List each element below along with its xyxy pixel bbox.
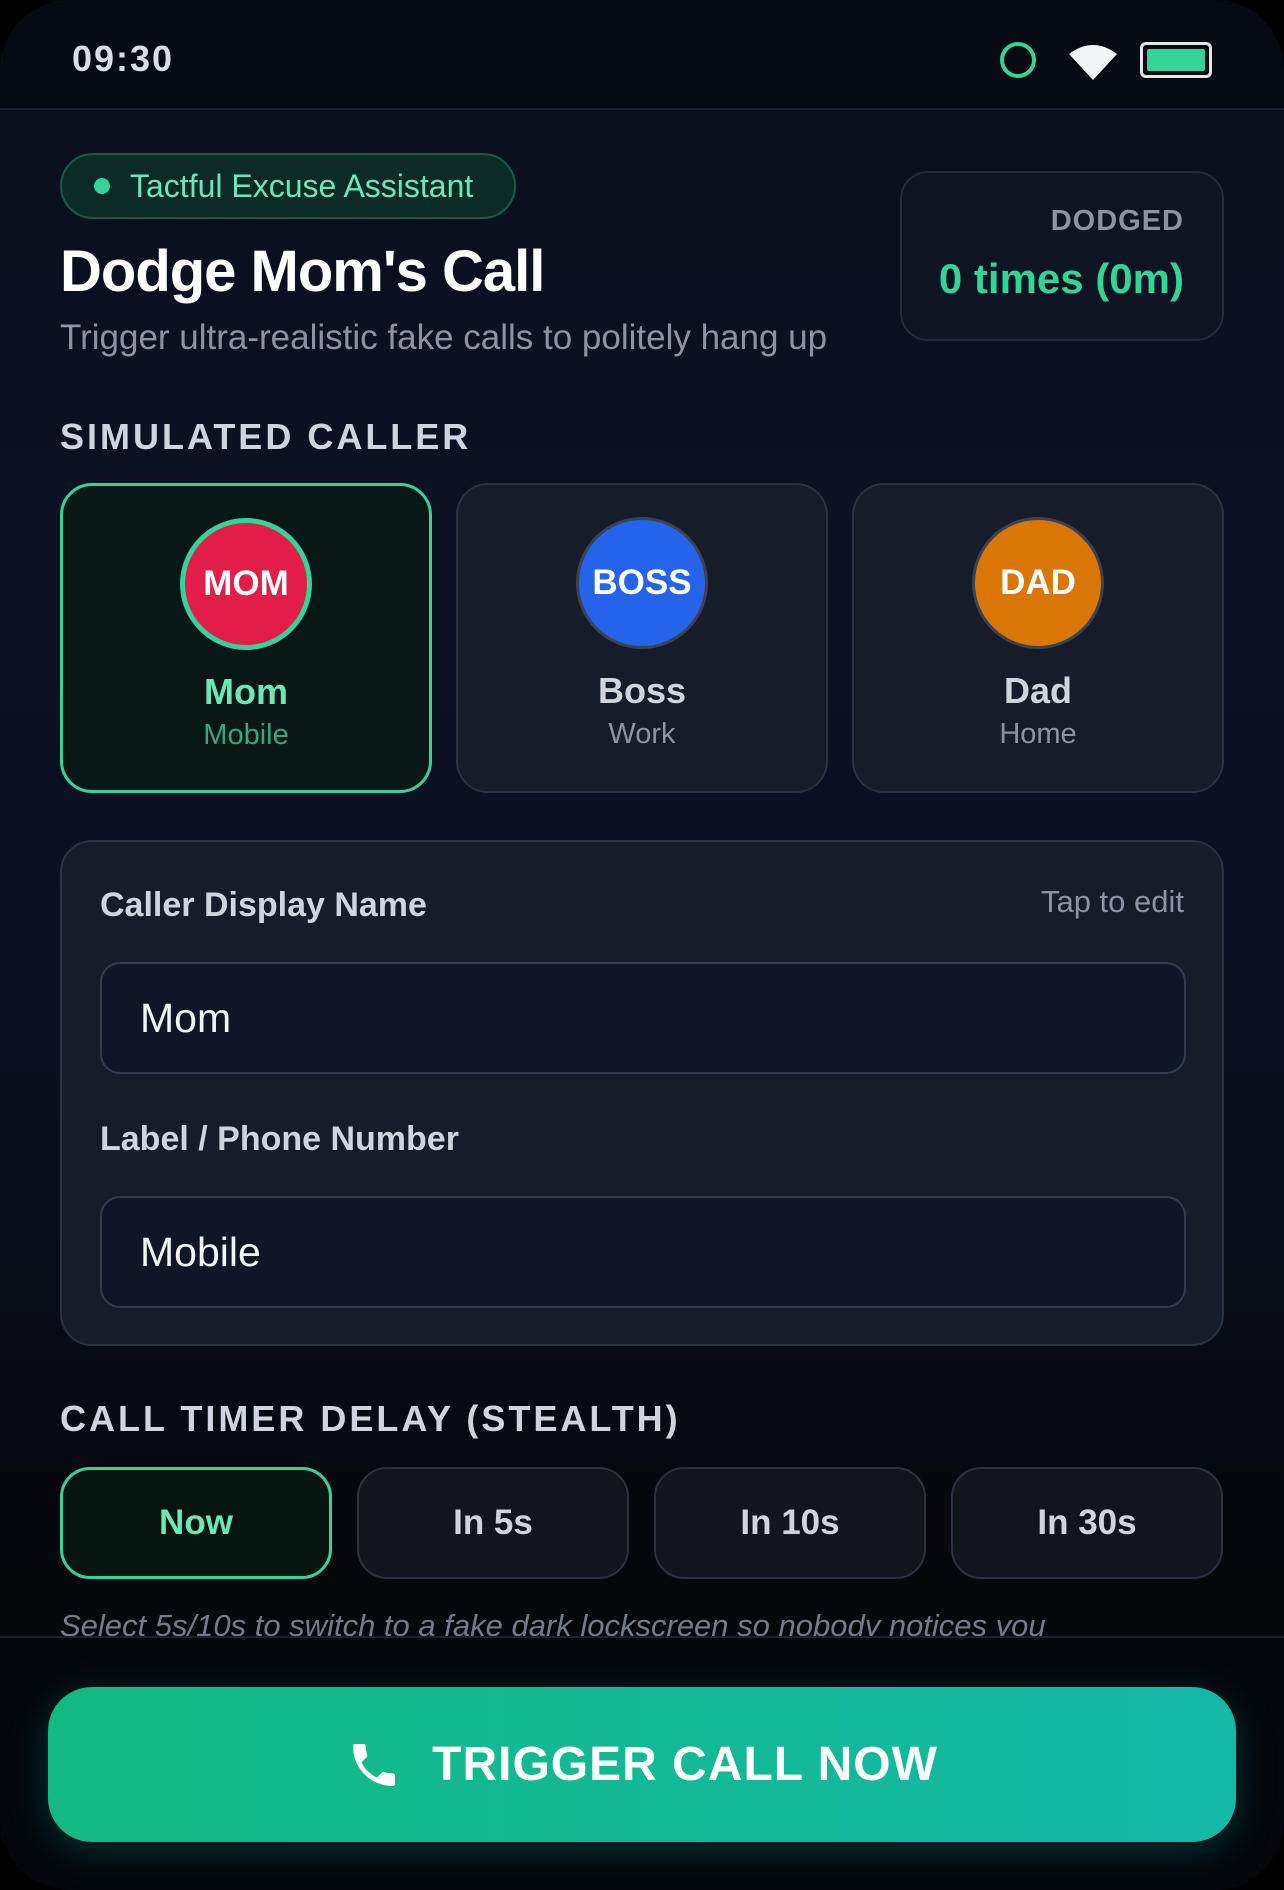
dodged-value: 0 times (0m) <box>938 255 1184 302</box>
avatar: DAD <box>972 517 1104 649</box>
notification-ring-icon <box>1000 42 1036 78</box>
caller-details-form: Caller Display Name Tap to edit Label / … <box>60 840 1224 1346</box>
call-timer-heading: CALL TIMER DELAY (STEALTH) <box>60 1398 681 1439</box>
caller-type: Home <box>999 718 1077 750</box>
status-bar: 09:30 <box>0 0 1284 110</box>
caller-type: Mobile <box>203 719 289 751</box>
status-dot-icon <box>94 178 110 194</box>
trigger-call-button[interactable]: TRIGGER CALL NOW <box>48 1687 1236 1842</box>
avatar: MOM <box>180 518 312 650</box>
dodged-counter-card: DODGED 0 times (0m) <box>900 171 1224 341</box>
trigger-call-label: TRIGGER CALL NOW <box>432 1738 938 1791</box>
caller-card-mom[interactable]: MOM Mom Mobile <box>60 483 432 793</box>
caller-card-boss[interactable]: BOSS Boss Work <box>456 483 828 793</box>
simulated-caller-heading: SIMULATED CALLER <box>60 416 472 457</box>
wifi-icon <box>1069 45 1117 80</box>
timer-30s-button[interactable]: In 30s <box>951 1467 1223 1579</box>
page-title: Dodge Mom's Call <box>60 239 545 304</box>
avatar: BOSS <box>576 517 708 649</box>
phone-number-input[interactable] <box>100 1196 1186 1308</box>
assistant-badge: Tactful Excuse Assistant <box>60 153 516 219</box>
badge-label: Tactful Excuse Assistant <box>130 167 474 204</box>
status-time: 09:30 <box>72 38 175 79</box>
phone-number-label: Label / Phone Number <box>100 1120 459 1158</box>
dodged-label: DODGED <box>1050 205 1184 237</box>
caller-type: Work <box>608 718 676 750</box>
caller-name: Boss <box>597 670 687 711</box>
caller-card-dad[interactable]: DAD Dad Home <box>852 483 1224 793</box>
page-subtitle: Trigger ultra-realistic fake calls to po… <box>60 318 828 357</box>
timer-now-button[interactable]: Now <box>60 1467 332 1579</box>
timer-5s-button[interactable]: In 5s <box>357 1467 629 1579</box>
caller-name-label: Caller Display Name <box>100 886 427 924</box>
tap-to-edit-hint: Tap to edit <box>1040 884 1184 919</box>
app-screen: 09:30 Tactful Excuse Assistant Dodge Mom… <box>0 0 1284 1890</box>
timer-10s-button[interactable]: In 10s <box>654 1467 926 1579</box>
caller-name-input[interactable] <box>100 962 1186 1074</box>
phone-icon <box>353 1743 396 1786</box>
caller-name: Mom <box>204 671 288 712</box>
caller-name: Dad <box>1003 670 1072 711</box>
battery-icon <box>1140 42 1212 78</box>
